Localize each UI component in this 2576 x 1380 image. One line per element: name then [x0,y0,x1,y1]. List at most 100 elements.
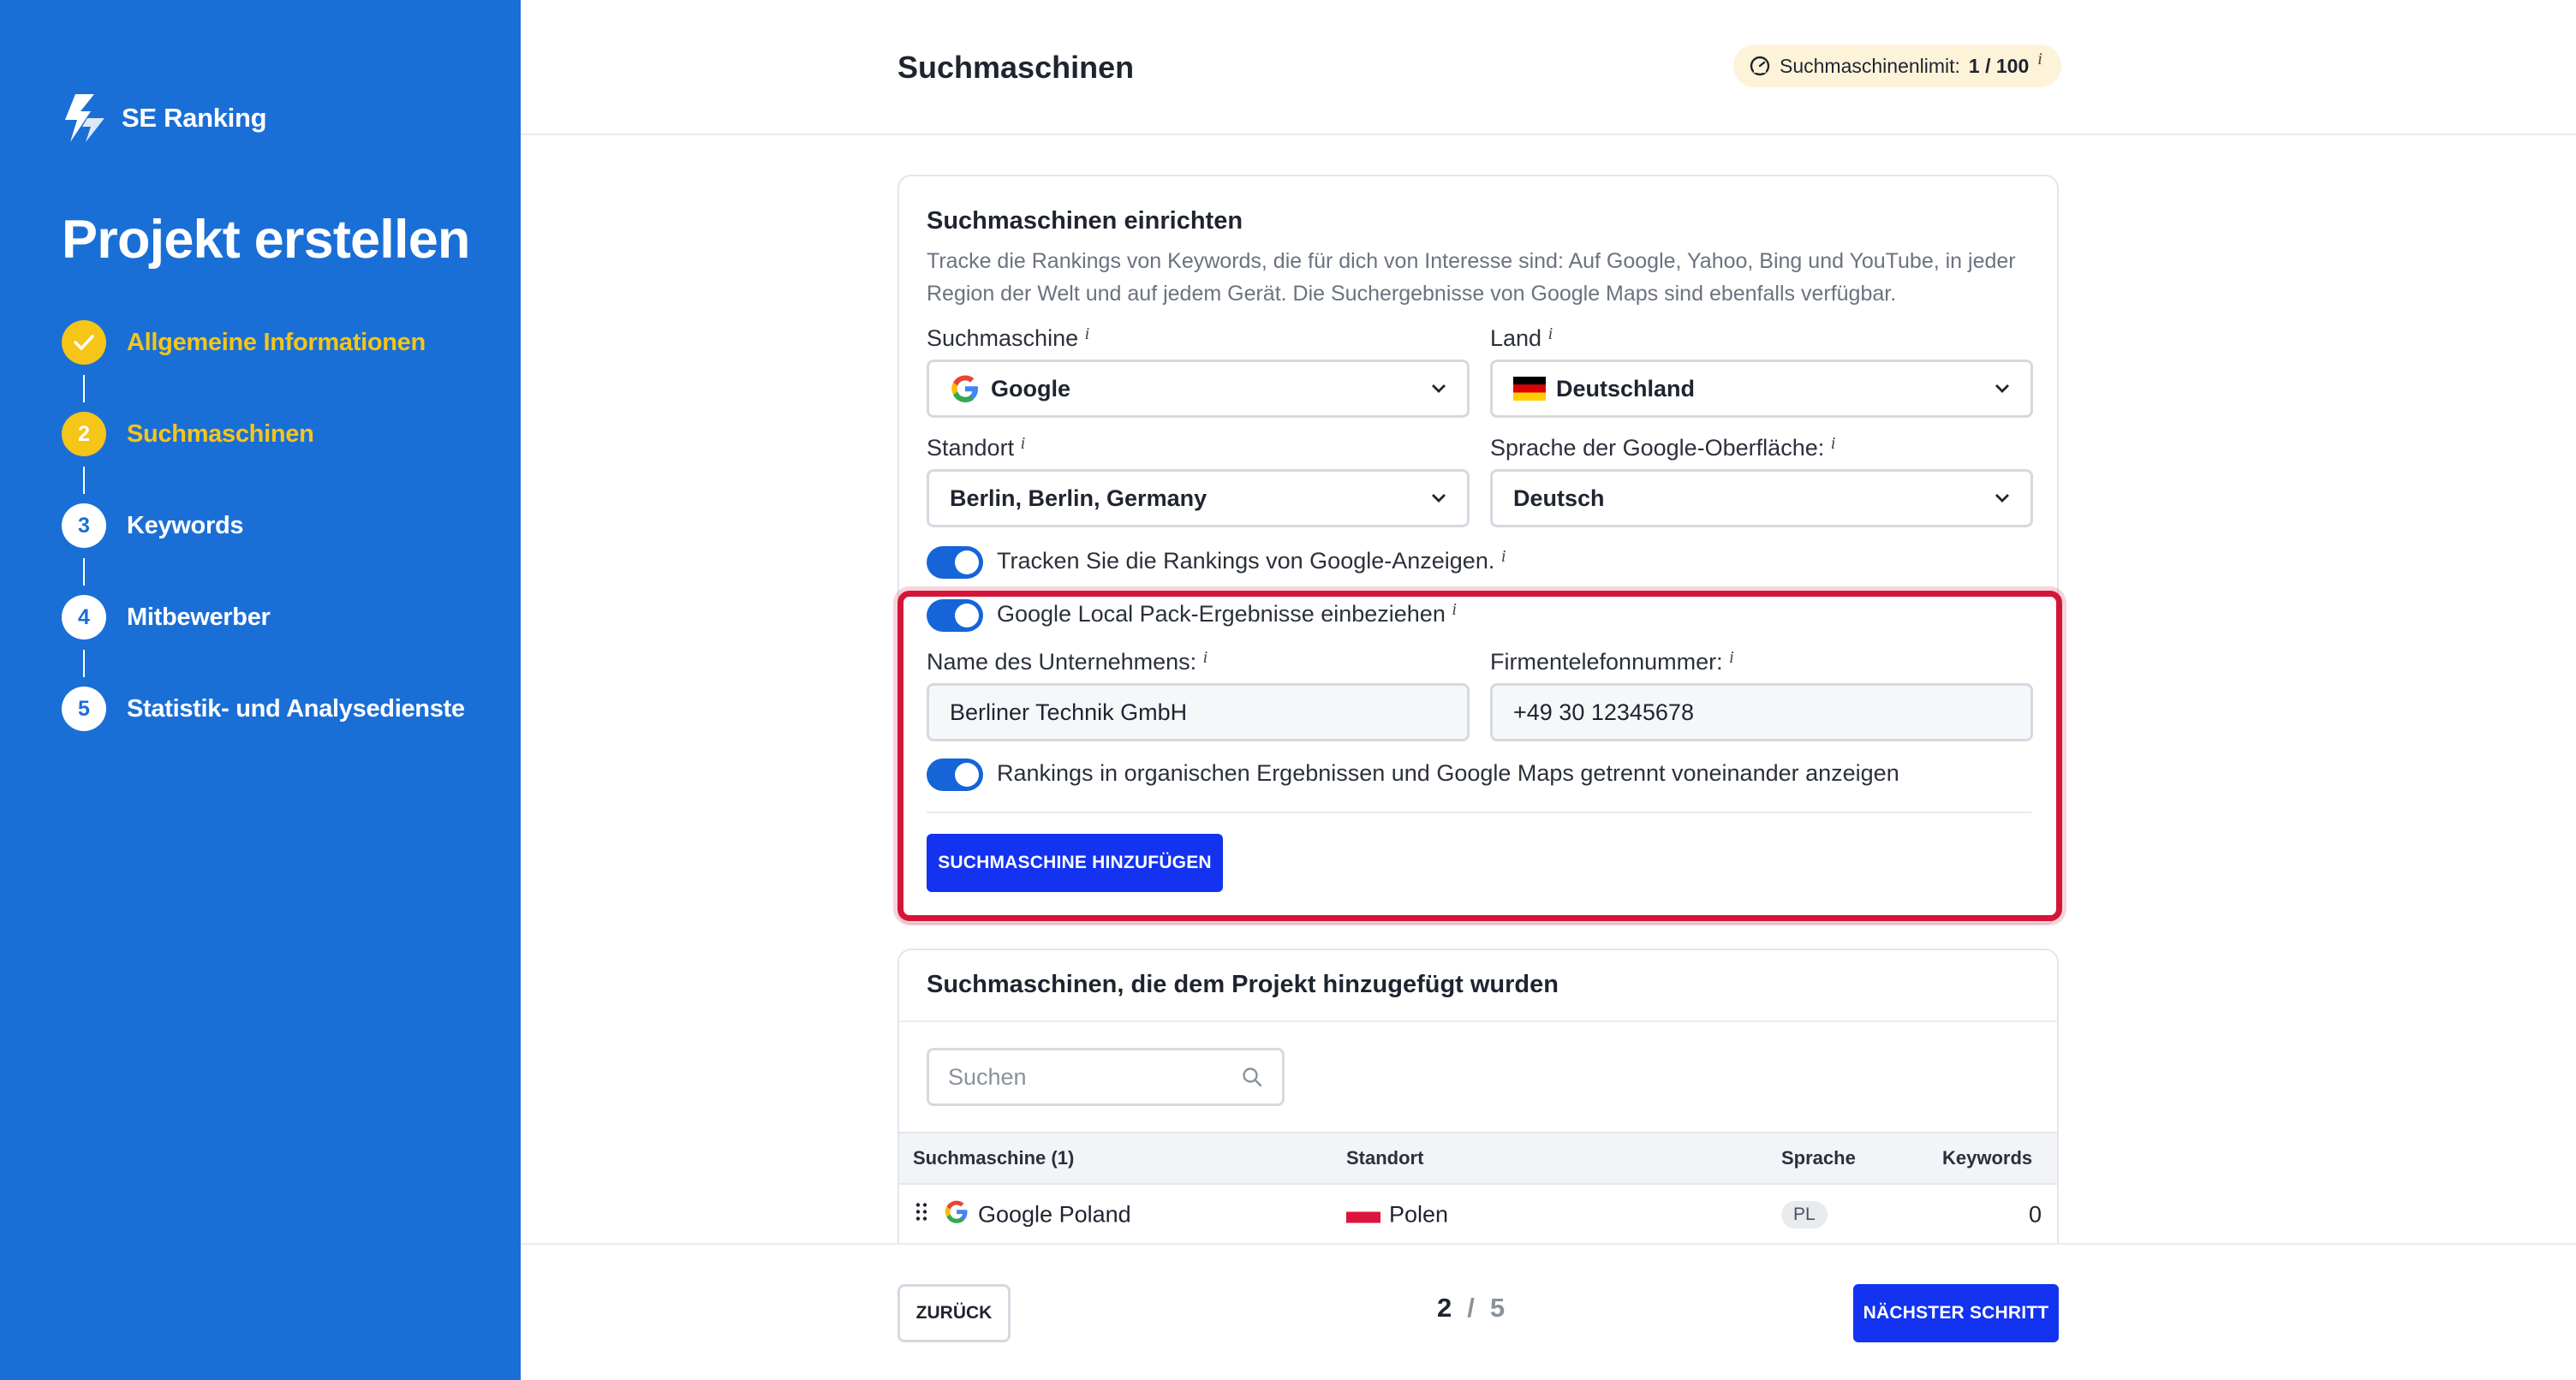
step-number: 2 [62,412,106,456]
search-engine-label: Suchmaschine i [927,324,1090,352]
page-header: Suchmaschinen Suchmaschinenlimit: 1 / 10… [521,0,2576,135]
location-label: Standort i [927,434,1026,461]
separate-rankings-label: Rankings in organischen Ergebnissen und … [997,760,1899,786]
added-engines-card: Suchmaschinen, die dem Projekt hinzugefü… [897,949,2059,1248]
step-number: 4 [62,595,106,639]
country-select[interactable]: Deutschland [1490,360,2033,418]
step-general-info[interactable]: Allgemeine Informationen [62,320,465,412]
step-pager: 2 / 5 [1437,1293,1505,1323]
column-engine[interactable]: Suchmaschine (1) [913,1147,1074,1169]
speedometer-icon [1750,56,1770,76]
table-row[interactable]: Google Poland Polen PL 0 [899,1185,2057,1245]
setup-description: Tracke die Rankings von Keywords, die fü… [927,249,2016,306]
country-label: Land i [1490,324,1553,352]
column-keywords[interactable]: Keywords [1942,1147,2032,1169]
chevron-down-icon [1995,384,2009,393]
divider [899,1020,2057,1022]
info-icon[interactable]: i [1729,648,1734,667]
language-badge: PL [1781,1201,1828,1228]
track-ads-toggle[interactable] [927,546,983,579]
select-value: Google [991,375,1070,402]
company-name-input[interactable]: Berliner Technik GmbH [927,683,1470,741]
step-connector [83,375,85,402]
step-connector [83,467,85,494]
google-icon [944,1199,969,1231]
company-phone-input[interactable]: +49 30 12345678 [1490,683,2033,741]
engine-name: Google Poland [978,1201,1131,1228]
step-connector [83,558,85,586]
info-icon[interactable]: i [1021,434,1026,453]
step-label: Statistik- und Analysedienste [127,695,465,723]
keyword-count: 0 [2028,1201,2042,1228]
select-value: Deutschland [1556,375,1696,402]
step-label: Keywords [127,512,244,539]
info-icon[interactable]: i [1548,324,1553,343]
label-text: Name des Unternehmens: [927,649,1197,675]
divider [927,812,2031,813]
next-step-button[interactable]: NÄCHSTER SCHRITT [1853,1284,2059,1342]
engine-search-input[interactable]: Suchen [927,1048,1285,1106]
column-language[interactable]: Sprache [1781,1147,1856,1169]
step-search-engines[interactable]: 2 Suchmaschinen [62,412,465,503]
chevron-down-icon [1432,494,1446,503]
poland-flag-icon [1346,1200,1380,1229]
lightning-logo-icon [65,94,104,142]
step-list: Allgemeine Informationen 2 Suchmaschinen… [62,320,465,778]
step-connector [83,650,85,677]
app-logo[interactable]: SE Ranking [62,92,267,144]
step-analytics[interactable]: 5 Statistik- und Analysedienste [62,687,465,778]
step-label: Allgemeine Informationen [127,329,426,356]
limit-value: 1 / 100 [1968,54,2030,77]
info-icon[interactable]: i [1452,600,1457,619]
separate-rankings-toggle[interactable] [927,758,983,791]
setup-title: Suchmaschinen einrichten [927,207,1243,235]
sidebar: SE Ranking Projekt erstellen Allgemeine … [0,0,521,1380]
local-pack-toggle[interactable] [927,599,983,632]
current-step: 2 [1437,1293,1452,1323]
label-text: Land [1490,325,1542,351]
interface-language-select[interactable]: Deutsch [1490,469,2033,527]
info-icon[interactable]: i [1831,434,1836,453]
location-select[interactable]: Berlin, Berlin, Germany [927,469,1470,527]
label-text: Google Local Pack-Ergebnisse einbeziehen [997,601,1446,627]
company-name-label: Name des Unternehmens: i [927,648,1208,675]
step-done-check-icon [62,320,106,365]
interface-language-label: Sprache der Google-Oberfläche: i [1490,434,1836,461]
step-keywords[interactable]: 3 Keywords [62,503,465,595]
added-engines-title: Suchmaschinen, die dem Projekt hinzugefü… [927,971,1559,998]
drag-handle-icon[interactable] [915,1202,928,1228]
germany-flag-icon [1513,377,1546,401]
search-engine-select[interactable]: Google [927,360,1470,418]
select-value: Deutsch [1513,485,1605,511]
total-steps: 5 [1489,1293,1506,1323]
info-icon[interactable]: i [1203,648,1208,667]
search-placeholder: Suchen [948,1063,1027,1090]
limit-label: Suchmaschinenlimit: [1780,54,1960,77]
info-icon[interactable]: i [2037,50,2042,69]
column-location[interactable]: Standort [1346,1147,1423,1169]
page-footer: ZURÜCK 2 / 5 NÄCHSTER SCHRITT [521,1243,2576,1380]
step-number: 5 [62,687,106,731]
label-text: Standort [927,435,1015,461]
step-competitors[interactable]: 4 Mitbewerber [62,595,465,687]
label-text: Sprache der Google-Oberfläche: [1490,435,1825,461]
sidebar-title: Projekt erstellen [62,210,470,270]
add-search-engine-button[interactable]: SUCHMASCHINE HINZUFÜGEN [927,834,1223,892]
back-button[interactable]: ZURÜCK [897,1284,1011,1342]
location-name: Polen [1389,1201,1449,1228]
search-engine-setup-card: Suchmaschinen einrichten Tracke die Rank… [897,175,2059,925]
app-name: SE Ranking [122,103,267,133]
step-label: Mitbewerber [127,604,271,631]
company-phone-label: Firmentelefonnummer: i [1490,648,1734,675]
info-icon[interactable]: i [1501,547,1506,566]
search-icon [1243,1068,1262,1087]
label-text: Tracken Sie die Rankings von Google-Anze… [997,548,1495,574]
select-value: Berlin, Berlin, Germany [950,485,1208,511]
chevron-down-icon [1432,384,1446,393]
page-title: Suchmaschinen [897,50,1135,85]
info-icon[interactable]: i [1085,324,1090,343]
step-label: Suchmaschinen [127,420,314,448]
label-text: Firmentelefonnummer: [1490,649,1723,675]
google-icon [951,375,978,402]
track-ads-label: Tracken Sie die Rankings von Google-Anze… [997,547,1506,574]
